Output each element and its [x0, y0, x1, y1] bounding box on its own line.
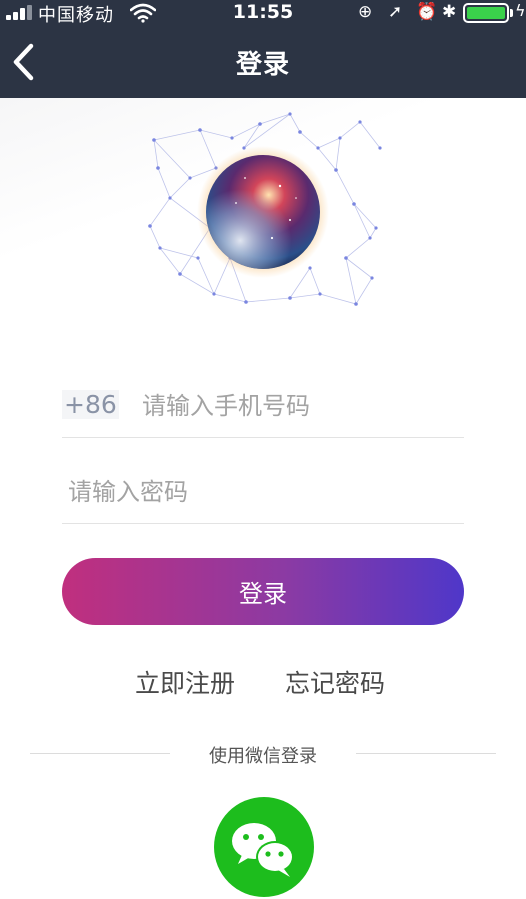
status-bar: 中国移动 11:55 ⊕ ➚ ⏰ ✱ ϟ [0, 0, 526, 26]
battery-icon [463, 3, 509, 23]
status-icons: ⊕ ➚ ⏰ ✱ [356, 2, 476, 24]
hero-nebula-avatar [148, 112, 382, 306]
register-link[interactable]: 立即注册 [135, 664, 235, 700]
forgot-password-link[interactable]: 忘记密码 [285, 664, 385, 700]
orientation-lock-icon: ⊕ [358, 2, 373, 22]
phone-field-row: +86 [62, 378, 464, 438]
password-input[interactable] [68, 468, 460, 516]
charging-icon: ϟ [515, 1, 526, 20]
alarm-icon: ⏰ [416, 2, 438, 22]
battery-tip [510, 9, 513, 17]
phone-input[interactable] [142, 382, 462, 430]
divider-right [356, 753, 496, 754]
wechat-login-button[interactable] [214, 797, 314, 897]
page-title: 登录 [235, 50, 290, 80]
wechat-icon [232, 823, 294, 877]
bluetooth-icon: ✱ [442, 2, 457, 22]
wechat-login-label: 使用微信登录 [209, 746, 317, 767]
battery-level [467, 7, 505, 19]
top-bar: 中国移动 11:55 ⊕ ➚ ⏰ ✱ ϟ 登录 [0, 0, 526, 98]
location-arrow-icon: ➚ [388, 2, 403, 22]
login-button[interactable]: 登录 [62, 558, 464, 625]
password-field-row [62, 464, 464, 524]
login-screen: 中国移动 11:55 ⊕ ➚ ⏰ ✱ ϟ 登录 +86 请输入手机号码 登录 立… [0, 0, 526, 899]
country-code[interactable]: +86 [62, 390, 119, 419]
